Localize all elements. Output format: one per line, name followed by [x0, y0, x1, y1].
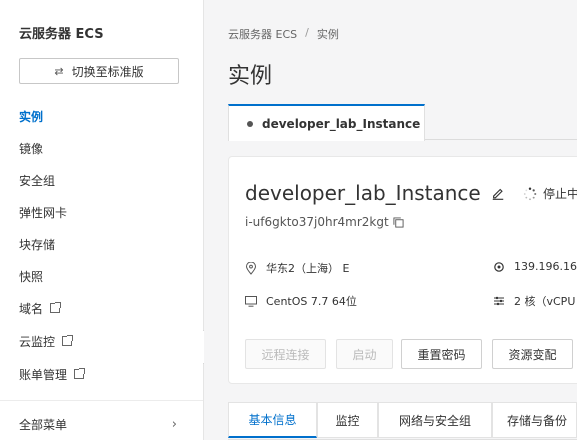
sidebar-item-label: 云监控 [19, 334, 56, 349]
tab-basic-info[interactable]: 基本信息 [228, 402, 317, 438]
edit-icon[interactable] [491, 186, 505, 200]
tab-status-dot [247, 120, 253, 127]
region-text: 华东2（上海） E [266, 262, 350, 275]
sidebar-item-domains[interactable]: 域名 [0, 292, 203, 324]
sidebar-item-images[interactable]: 镜像 [0, 132, 203, 164]
sidebar-item-label: 实例 [19, 109, 44, 124]
detail-tabs: 基本信息 监控 网络与安全组 存储与备份 [228, 402, 577, 440]
sidebar-item-billing[interactable]: 账单管理 [0, 358, 203, 390]
external-link-icon [62, 335, 74, 346]
sidebar-item-snapshots[interactable]: 快照 [0, 260, 203, 292]
chevron-right-icon: › [171, 416, 177, 432]
breadcrumb-separator: / [305, 26, 309, 39]
tab-network-security[interactable]: 网络与安全组 [378, 402, 492, 438]
breadcrumb-current: 实例 [316, 28, 339, 41]
switch-to-standard-button[interactable]: ⇄ 切换至标准版 [19, 58, 179, 84]
instance-name: developer_lab_Instance [245, 181, 481, 205]
monitor-icon [245, 295, 257, 307]
sidebar-title: 云服务器 ECS [19, 27, 104, 42]
instance-card: developer_lab_Instance 停止中 i-uf6gkto37j0… [228, 156, 577, 384]
breadcrumb: 云服务器 ECS / 实例 [228, 26, 339, 42]
public-ip-text: 139.196.164 [514, 260, 577, 273]
sidebar-item-eni[interactable]: 弹性网卡 [0, 196, 203, 228]
sidebar-item-cloud-monitor[interactable]: 云监控 [0, 325, 203, 357]
target-icon [494, 261, 504, 272]
ip-info: 139.196.164 [493, 260, 577, 273]
resource-change-button[interactable]: 资源变配 [492, 339, 573, 369]
os-text: CentOS 7.7 64位 [266, 295, 357, 308]
specs-sliders-icon [494, 296, 504, 306]
sidebar-divider [0, 400, 203, 401]
sidebar-item-security-groups[interactable]: 安全组 [0, 164, 203, 196]
sidebar-item-label: 镜像 [19, 141, 44, 156]
all-menu-item[interactable]: 全部菜单 › [0, 408, 203, 440]
instance-id: i-uf6gkto37j0hr4mr2kgt [245, 215, 389, 229]
sidebar-item-block-storage[interactable]: 块存储 [0, 228, 203, 260]
instance-tab-label: developer_lab_Instance [262, 116, 421, 131]
sidebar-item-label: 域名 [19, 301, 44, 316]
sidebar-item-label: 块存储 [19, 237, 56, 252]
remote-connect-button[interactable]: 远程连接 [245, 339, 326, 369]
status-text: 停止中 [543, 187, 577, 201]
cpu-text: 2 核（vCPU [514, 295, 576, 308]
instance-tab-strip: developer_lab_Instance [228, 104, 577, 141]
instance-id-row: i-uf6gkto37j0hr4mr2kgt [245, 215, 404, 229]
all-menu-label: 全部菜单 [19, 417, 68, 432]
sidebar-item-label: 快照 [19, 269, 44, 284]
reset-password-button[interactable]: 重置密码 [401, 339, 482, 369]
copy-icon[interactable] [393, 216, 404, 228]
loading-spinner-icon [523, 187, 537, 200]
sidebar-item-label: 安全组 [19, 173, 56, 188]
switch-button-label: 切换至标准版 [71, 64, 144, 79]
instance-name-row: developer_lab_Instance [245, 181, 505, 205]
external-link-icon [50, 302, 62, 313]
sidebar-item-label: 弹性网卡 [19, 205, 68, 220]
tab-storage-backup[interactable]: 存储与备份 [492, 402, 577, 438]
tab-monitoring[interactable]: 监控 [317, 402, 378, 438]
swap-icon: ⇄ [54, 64, 64, 78]
sidebar: 云服务器 ECS ⇄ 切换至标准版 实例 镜像 安全组 弹性网卡 块存储 快照 … [0, 0, 204, 440]
external-link-icon [74, 368, 86, 379]
sidebar-item-label: 账单管理 [19, 367, 68, 382]
start-button[interactable]: 启动 [336, 339, 393, 369]
instance-tab[interactable]: developer_lab_Instance [228, 104, 425, 141]
os-info: CentOS 7.7 64位 [245, 293, 357, 309]
breadcrumb-ecs-link[interactable]: 云服务器 ECS [228, 26, 297, 42]
page-title: 实例 [228, 64, 273, 89]
region-info: 华东2（上海） E [245, 260, 349, 276]
instance-status: 停止中 [523, 185, 577, 202]
location-pin-icon [245, 261, 257, 275]
cpu-info: 2 核（vCPU [493, 293, 575, 309]
main-content: 云服务器 ECS / 实例 实例 developer_lab_Instance … [204, 0, 577, 440]
sidebar-item-instances[interactable]: 实例 [0, 100, 203, 132]
